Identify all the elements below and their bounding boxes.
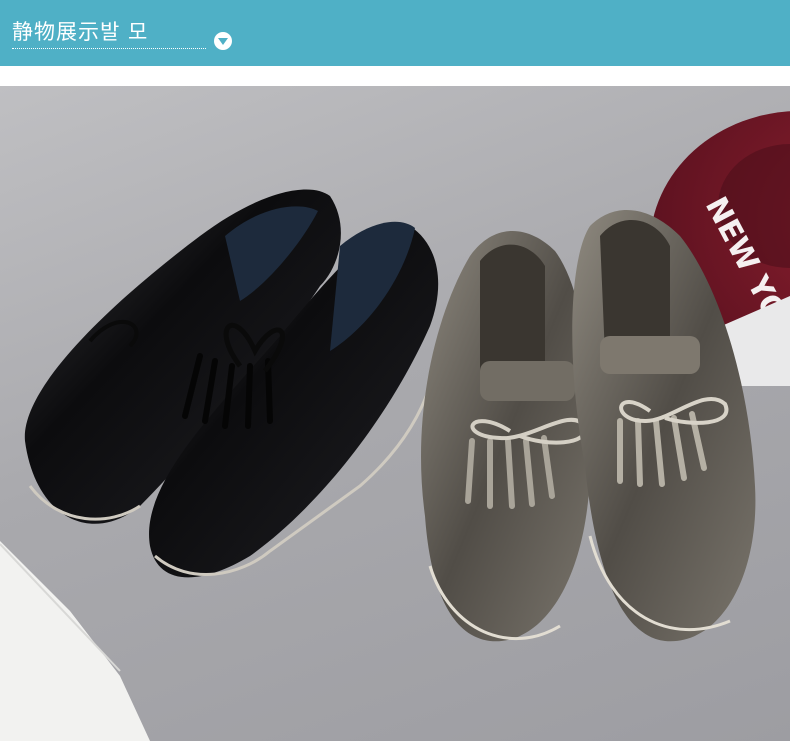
product-photo: NEW YORK KI: [0, 86, 790, 741]
chevron-down-icon: [218, 37, 228, 45]
title-underline: [12, 48, 206, 49]
section-title-group: 静物展示발 모: [12, 16, 208, 50]
shoes-illustration: NEW YORK KI: [0, 111, 790, 741]
header-band: 静物展示발 모: [0, 0, 790, 66]
section-title: 静物展示발 모: [12, 20, 149, 44]
paper-sheet: [0, 541, 150, 741]
expand-button[interactable]: [214, 32, 232, 50]
bronze-shoe-left: [421, 231, 592, 642]
